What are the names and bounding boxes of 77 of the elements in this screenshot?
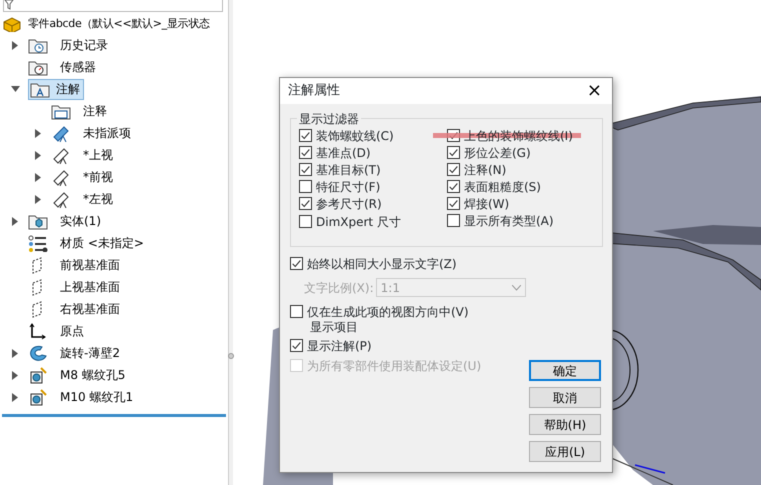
tree-item[interactable]: *左视 — [80, 190, 116, 208]
tree-item[interactable]: 旋转-薄壁2 — [57, 344, 123, 362]
tree-item[interactable]: *上视 — [80, 146, 116, 164]
checkbox[interactable] — [447, 180, 460, 193]
checkbox[interactable] — [447, 214, 460, 227]
checkbox-label[interactable]: 上色的装饰螺纹线(I) — [464, 126, 573, 144]
tree-item[interactable]: 传感器 — [57, 58, 99, 76]
checkbox[interactable] — [290, 305, 303, 318]
expand-arrow-icon[interactable] — [12, 392, 18, 402]
tree-item[interactable]: 注释 — [80, 102, 110, 120]
close-button[interactable]: × — [582, 82, 606, 100]
material-icon — [28, 234, 48, 252]
dialog-button[interactable]: 帮助(H) — [529, 414, 601, 435]
checkbox[interactable] — [290, 339, 303, 352]
expand-arrow-icon[interactable] — [12, 216, 18, 226]
filter-icon[interactable] — [4, 0, 14, 10]
dialog-button[interactable]: 应用(L) — [529, 441, 601, 462]
checkbox-label[interactable]: 基准点(D) — [316, 144, 371, 162]
tree-item[interactable]: 未指派项 — [80, 124, 134, 142]
checkbox[interactable] — [290, 257, 303, 270]
tree-item[interactable]: 前视基准面 — [57, 256, 123, 274]
expand-arrow-icon[interactable] — [35, 150, 41, 160]
checkbox-label[interactable]: 装饰螺蚊线(C) — [316, 126, 394, 144]
expand-arrow-icon[interactable] — [12, 40, 18, 50]
checkbox-label[interactable]: 显示所有类型(A) — [464, 212, 554, 230]
checkbox[interactable] — [299, 197, 312, 210]
scale-label: 文字比例(X): — [304, 280, 374, 296]
hole-feature-icon — [28, 388, 48, 406]
dialog-button[interactable]: 取消 — [529, 387, 601, 408]
revolve-feature-icon — [28, 344, 48, 362]
checkbox[interactable] — [299, 215, 312, 228]
expand-arrow-icon[interactable] — [12, 348, 18, 358]
checkbox-label[interactable]: DimXpert 尺寸 — [316, 212, 401, 230]
dialog-button[interactable]: 确定 — [529, 360, 601, 381]
annotation-view-icon — [51, 124, 71, 142]
checkbox[interactable] — [299, 163, 312, 176]
checkbox-label[interactable]: 显示项目 — [290, 320, 602, 334]
tree-item[interactable]: M8 螺纹孔5 — [57, 366, 128, 384]
annotation-view-icon — [51, 168, 71, 186]
checkbox-label[interactable]: 参考尺寸(R) — [316, 194, 382, 212]
expand-arrow-icon[interactable] — [35, 172, 41, 182]
group-legend: 显示过滤器 — [297, 110, 361, 128]
splitter-handle-icon[interactable] — [228, 352, 234, 360]
checkbox-label[interactable]: 始终以相同大小显示文字(Z) — [307, 254, 457, 272]
checkbox-label[interactable]: 显示注解(P) — [307, 336, 372, 354]
annotation-view-icon — [51, 190, 71, 208]
tree-item[interactable]: *前视 — [80, 168, 116, 186]
checkbox-label[interactable]: 焊接(W) — [464, 194, 510, 212]
checkbox[interactable] — [299, 129, 312, 142]
hole-feature-icon — [28, 366, 48, 384]
checkbox-label[interactable]: 注释(N) — [464, 160, 506, 178]
checkbox-label[interactable]: 特征尺寸(F) — [316, 178, 380, 196]
tree-item[interactable]: 上视基准面 — [57, 278, 123, 296]
dialog-title: 注解属性 — [288, 82, 340, 100]
tree-item[interactable]: M10 螺纹孔1 — [57, 388, 136, 406]
annotation-view-icon — [51, 146, 71, 164]
checkbox-label[interactable]: 基准目标(T) — [316, 160, 381, 178]
checkbox-label[interactable]: 表面粗糙度(S) — [464, 178, 541, 196]
checkbox[interactable] — [447, 197, 460, 210]
checkbox-label[interactable]: 仅在生成此项的视图方向中(V) — [307, 302, 469, 320]
selected-tree-item[interactable]: 注解 — [28, 78, 84, 100]
tree-item[interactable]: 历史记录 — [57, 36, 111, 54]
tree-item[interactable]: 原点 — [57, 322, 87, 340]
checkbox-label[interactable]: 形位公差(G) — [464, 144, 531, 162]
expand-arrow-icon[interactable] — [35, 128, 41, 138]
checkbox[interactable] — [447, 163, 460, 176]
collapse-arrow-icon[interactable] — [10, 86, 20, 92]
checkbox[interactable] — [299, 146, 312, 159]
expand-arrow-icon[interactable] — [12, 370, 18, 380]
tree-item[interactable]: 实体(1) — [57, 212, 104, 230]
tree-item[interactable]: 右视基准面 — [57, 300, 123, 318]
expand-arrow-icon[interactable] — [35, 194, 41, 204]
checkbox[interactable] — [447, 146, 460, 159]
origin-icon — [28, 322, 48, 340]
tree-item[interactable]: 零件abcde（默认<<默认>_显示状态 — [25, 14, 213, 32]
checkbox[interactable] — [299, 180, 312, 193]
tree-item[interactable]: 材质 <未指定> — [57, 234, 147, 252]
